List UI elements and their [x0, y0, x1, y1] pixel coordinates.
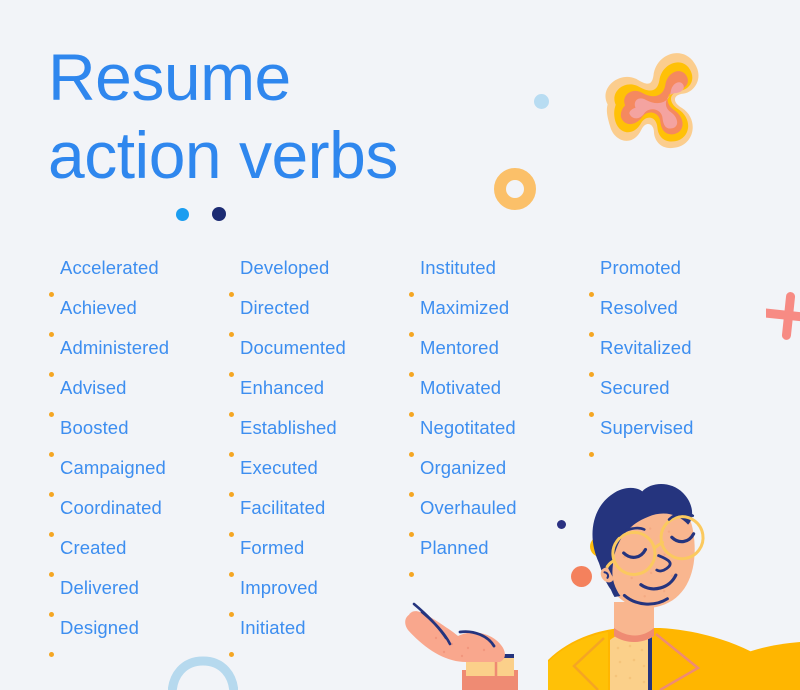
list-item: Maximized	[408, 288, 588, 337]
verb-label: Mentored	[420, 337, 499, 358]
verb-label: Negotitated	[420, 417, 516, 438]
list-item: Campaigned	[48, 448, 228, 497]
orange-blob-shape	[596, 50, 726, 168]
verb-label: Created	[60, 537, 127, 558]
list-item: Directed	[228, 288, 408, 337]
list-item: Documented	[228, 328, 408, 377]
poster-canvas: Resume action verbs Accelerated Achieved…	[0, 0, 800, 690]
list-item: Designed	[48, 608, 228, 657]
verb-label: Documented	[240, 337, 346, 358]
list-item: Mentored	[408, 328, 588, 377]
list-item: Delivered	[48, 568, 228, 617]
list-item: Negotitated	[408, 408, 588, 457]
list-item: Established	[228, 408, 408, 457]
list-item: Coordinated	[48, 488, 228, 537]
verb-label: Overhauled	[420, 497, 517, 518]
list-item: Instituted	[408, 248, 588, 297]
verb-label: Facilitated	[240, 497, 326, 518]
verb-label: Accelerated	[60, 257, 159, 278]
list-item: Overhauled	[408, 488, 588, 537]
verb-label: Established	[240, 417, 337, 438]
list-item: Achieved	[48, 288, 228, 337]
page-title: Resume action verbs	[48, 38, 568, 194]
verb-label: Maximized	[420, 297, 510, 318]
blue-arch-shape	[167, 655, 239, 690]
verb-label: Secured	[600, 377, 670, 398]
verb-label: Campaigned	[60, 457, 166, 478]
list-item: Improved	[228, 568, 408, 617]
title-line-2: action verbs	[48, 118, 398, 192]
verb-label: Enhanced	[240, 377, 325, 398]
list-item: Developed	[228, 248, 408, 297]
list-item: Accelerated	[48, 248, 228, 297]
list-item: Secured	[588, 368, 768, 417]
list-item: Facilitated	[228, 488, 408, 537]
list-item: Executed	[228, 448, 408, 497]
verb-label: Resolved	[600, 297, 678, 318]
verb-label: Administered	[60, 337, 170, 358]
list-item: Promoted	[588, 248, 768, 297]
list-item: Created	[48, 528, 228, 577]
list-item: Administered	[48, 328, 228, 377]
verb-label: Initiated	[240, 617, 306, 638]
navy-dot	[212, 207, 226, 221]
title-line-1: Resume	[48, 40, 291, 114]
verb-label: Motivated	[420, 377, 502, 398]
verb-label: Executed	[240, 457, 318, 478]
list-item: Organized	[408, 448, 588, 497]
list-item: Resolved	[588, 288, 768, 337]
pink-plus-shape	[758, 292, 800, 340]
verb-column-2: Developed Directed Documented Enhanced E…	[228, 248, 408, 657]
verb-label: Instituted	[420, 257, 497, 278]
verb-columns: Accelerated Achieved Administered Advise…	[48, 248, 768, 657]
verb-column-4: Promoted Resolved Revitalized Secured Su…	[588, 248, 768, 648]
verb-label: Achieved	[60, 297, 137, 318]
verb-label: Supervised	[600, 417, 694, 438]
verb-label: Coordinated	[60, 497, 162, 518]
verb-label: Directed	[240, 297, 310, 318]
verb-label: Advised	[60, 377, 127, 398]
list-item: Enhanced	[228, 368, 408, 417]
list-item: Initiated	[228, 608, 408, 657]
verb-label: Improved	[240, 577, 318, 598]
verb-column-3: Instituted Maximized Mentored Motivated …	[408, 248, 588, 648]
verb-column-1: Accelerated Achieved Administered Advise…	[48, 248, 228, 657]
verb-label: Organized	[420, 457, 507, 478]
verb-label: Promoted	[600, 257, 682, 278]
list-item: Planned	[408, 528, 588, 577]
verb-label: Revitalized	[600, 337, 692, 358]
list-item: Formed	[228, 528, 408, 577]
list-item: Revitalized	[588, 328, 768, 377]
verb-label: Planned	[420, 537, 489, 558]
list-item: Boosted	[48, 408, 228, 457]
list-item: Advised	[48, 368, 228, 417]
blue-dot	[176, 208, 189, 221]
list-item: Supervised	[588, 408, 768, 457]
verb-label: Designed	[60, 617, 139, 638]
verb-label: Developed	[240, 257, 330, 278]
verb-label: Boosted	[60, 417, 129, 438]
list-item: Motivated	[408, 368, 588, 417]
verb-label: Formed	[240, 537, 305, 558]
verb-label: Delivered	[60, 577, 140, 598]
